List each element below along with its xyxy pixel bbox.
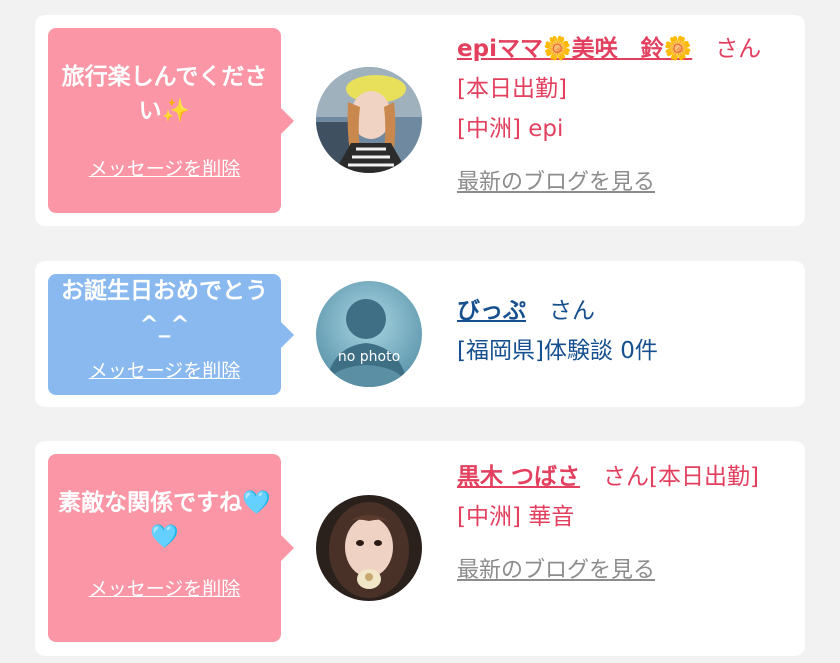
no-photo-text: no photo [337,349,401,365]
delete-message-link[interactable]: メッセージを削除 [89,574,241,601]
latest-blog-link[interactable]: 最新のブログを見る [457,163,655,203]
user-name-link[interactable]: びっぷ [457,298,526,324]
attendance-status: [本日出勤] [457,76,567,102]
avatar[interactable] [316,67,422,173]
honorific: さん [715,36,762,62]
message-text: 素敵な関係ですね🩵🩵 [58,490,271,550]
honorific: さん [549,298,595,324]
delete-message-link[interactable]: メッセージを削除 [89,154,241,181]
message-bubble: 旅行楽しんでください✨ メッセージを削除 [48,28,294,213]
message-text: 旅行楽しんでください✨ [61,64,268,124]
delete-message-link[interactable]: メッセージを削除 [89,356,241,383]
message-bubble: 素敵な関係ですね🩵🩵 メッセージを削除 [48,454,294,642]
attendance-status: [本日出勤] [649,464,759,490]
no-photo-avatar[interactable]: no photo [316,281,422,387]
shop-location: [中洲] 華音 [457,504,575,530]
user-info: びっぷ さん [福岡県]体験談 0件 [457,291,793,371]
message-card: お誕生日おめでとう^_^ メッセージを削除 no photo びっぷ さん [福… [35,261,805,407]
message-text: お誕生日おめでとう^_^ [61,278,268,338]
review-count: [福岡県]体験談 0件 [457,338,658,364]
cast-info: epiママ🌼美咲 鈴🌼 さん [本日出勤] [中洲] epi 最新のブログを見る [457,29,793,203]
cast-info: 黒木 つばさ さん[本日出勤] [中洲] 華音 最新のブログを見る [457,457,793,591]
message-bubble: お誕生日おめでとう^_^ メッセージを削除 [48,274,294,395]
message-card: 旅行楽しんでください✨ メッセージを削除 epiママ🌼美咲 鈴🌼 さん [本日出勤… [35,15,805,226]
avatar[interactable] [316,495,422,601]
honorific: さん [603,464,650,490]
shop-location: [中洲] epi [457,116,564,142]
cast-name-link[interactable]: epiママ🌼美咲 鈴🌼 [457,36,692,62]
cast-name-link[interactable]: 黒木 つばさ [457,464,580,490]
message-card: 素敵な関係ですね🩵🩵 メッセージを削除 黒木 つばさ さん[本日出勤] [中洲]… [35,441,805,656]
latest-blog-link[interactable]: 最新のブログを見る [457,551,655,591]
